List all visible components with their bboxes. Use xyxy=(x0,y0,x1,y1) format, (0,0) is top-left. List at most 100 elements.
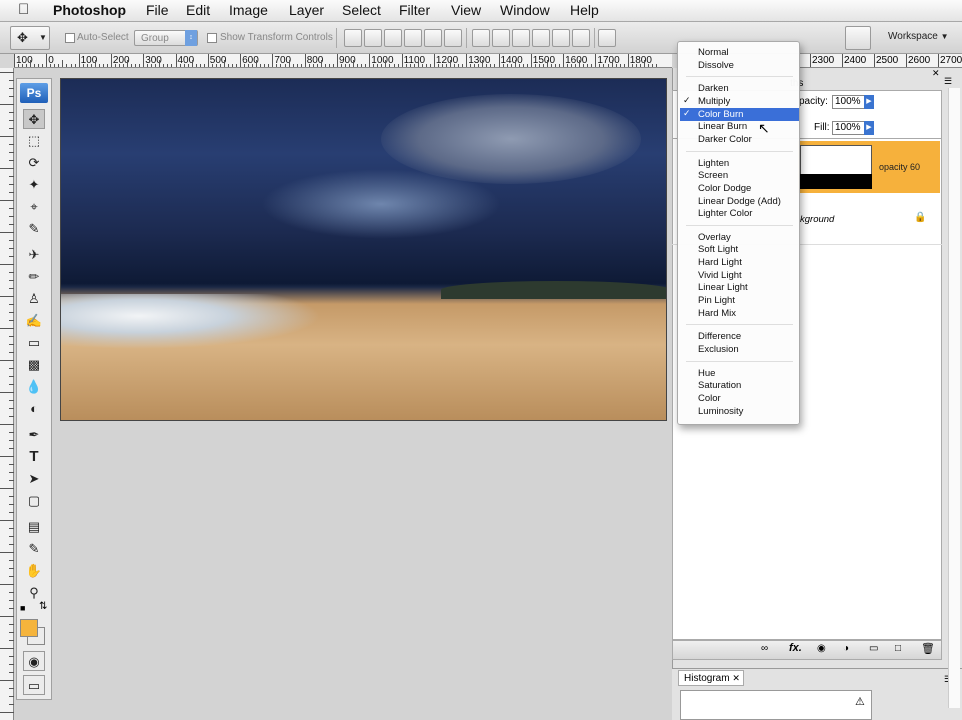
horizontal-ruler[interactable]: 100 0 100 200 300 400 500 600 700 800 900 1000 1100 1… xyxy=(14,54,672,68)
blend-mode-hard-light[interactable]: Hard Light xyxy=(698,256,742,269)
marquee-tool-icon[interactable]: ⬚ xyxy=(23,131,45,151)
blend-mode-color-dodge[interactable]: Color Dodge xyxy=(698,182,751,195)
link-layers-icon[interactable]: ∞ xyxy=(761,643,768,654)
history-brush-icon[interactable]: ✍ xyxy=(23,311,45,331)
menu-help[interactable]: Help xyxy=(570,2,599,18)
apple-icon[interactable]:  xyxy=(18,1,29,18)
blend-mode-lighter-color[interactable]: Lighter Color xyxy=(698,207,752,220)
healing-brush-icon[interactable]: ✈ xyxy=(23,245,45,265)
fill-arrow-icon[interactable]: ▶ xyxy=(864,121,874,135)
notes-tool-icon[interactable]: ▤ xyxy=(23,517,45,537)
blend-mode-soft-light[interactable]: Soft Light xyxy=(698,243,738,256)
blend-mode-dissolve[interactable]: Dissolve xyxy=(698,59,734,72)
blend-mode-multiply[interactable]: Multiply xyxy=(698,95,730,108)
menu-view[interactable]: View xyxy=(451,2,481,18)
blend-mode-linear-light[interactable]: Linear Light xyxy=(698,281,748,294)
new-group-icon[interactable]: ▭ xyxy=(869,643,878,654)
align-top-icon[interactable] xyxy=(344,29,362,47)
close-icon[interactable]: ✕ xyxy=(932,68,940,79)
default-colors-icon[interactable]: ■ xyxy=(20,603,25,613)
menu-edit[interactable]: Edit xyxy=(186,2,210,18)
panel-menu-icon[interactable]: ☰ xyxy=(944,76,952,87)
blend-mode-exclusion[interactable]: Exclusion xyxy=(698,343,739,356)
align-bottom-icon[interactable] xyxy=(384,29,402,47)
distribute-bottom-icon[interactable] xyxy=(512,29,530,47)
menu-file[interactable]: File xyxy=(146,2,169,18)
blend-mode-lighten[interactable]: Lighten xyxy=(698,157,729,170)
show-transform-checkbox[interactable] xyxy=(207,33,217,43)
ps-logo[interactable]: Ps xyxy=(20,83,48,103)
tool-preset-picker[interactable]: ✥ ▼ xyxy=(10,26,50,50)
blend-mode-vivid-light[interactable]: Vivid Light xyxy=(698,269,742,282)
swap-colors-icon[interactable]: ⇅ xyxy=(39,601,47,612)
brush-tool-icon[interactable]: ✏ xyxy=(23,267,45,287)
adjustment-layer-icon[interactable]: ◑ xyxy=(843,643,849,654)
menu-select[interactable]: Select xyxy=(342,2,381,18)
align-left-icon[interactable] xyxy=(404,29,422,47)
blend-mode-difference[interactable]: Difference xyxy=(698,330,741,343)
panel-scrollbar[interactable] xyxy=(948,88,960,708)
blend-mode-normal[interactable]: Normal xyxy=(698,46,729,59)
blend-mode-darken[interactable]: Darken xyxy=(698,82,729,95)
hand-tool-icon[interactable]: ✋ xyxy=(23,561,45,581)
warning-icon[interactable]: ⚠ xyxy=(855,695,865,708)
blend-mode-color-burn[interactable]: Color Burn xyxy=(698,108,743,121)
blend-mode-hue[interactable]: Hue xyxy=(698,367,715,380)
histogram-tab[interactable]: Histogram ✕ xyxy=(678,670,744,686)
align-vcenter-icon[interactable] xyxy=(364,29,382,47)
beach-photo[interactable] xyxy=(60,78,667,421)
workspace-menu[interactable]: Workspace ▼ xyxy=(888,31,949,42)
bridge-icon[interactable] xyxy=(845,26,871,50)
blend-mode-saturation[interactable]: Saturation xyxy=(698,379,741,392)
menu-layer[interactable]: Layer xyxy=(289,2,324,18)
pen-tool-icon[interactable]: ✒ xyxy=(23,425,45,445)
app-menu[interactable]: Photoshop xyxy=(53,2,126,18)
blend-mode-pin-light[interactable]: Pin Light xyxy=(698,294,735,307)
magic-wand-icon[interactable]: ✦ xyxy=(23,175,45,195)
crop-tool-icon[interactable]: ⌖ xyxy=(23,197,45,217)
trash-icon[interactable]: 🗑 xyxy=(921,642,935,655)
align-hcenter-icon[interactable] xyxy=(424,29,442,47)
blend-mode-overlay[interactable]: Overlay xyxy=(698,231,731,244)
menu-filter[interactable]: Filter xyxy=(399,2,430,18)
slice-tool-icon[interactable]: ✎ xyxy=(23,219,45,239)
blend-mode-screen[interactable]: Screen xyxy=(698,169,728,182)
menu-window[interactable]: Window xyxy=(500,2,550,18)
shape-tool-icon[interactable]: ▢ xyxy=(23,491,45,511)
distribute-hcenter-icon[interactable] xyxy=(552,29,570,47)
fx-icon[interactable]: fx. xyxy=(789,642,802,654)
distribute-left-icon[interactable] xyxy=(532,29,550,47)
fill-field[interactable]: 100% xyxy=(832,121,866,135)
lasso-tool-icon[interactable]: ⟳ xyxy=(23,153,45,173)
type-tool-icon[interactable]: T xyxy=(23,447,45,467)
new-layer-icon[interactable]: □ xyxy=(895,643,901,654)
screen-mode-icon[interactable]: ▭ xyxy=(23,675,45,695)
auto-select-dropdown[interactable]: Group ↕ xyxy=(134,30,198,46)
close-icon[interactable]: ✕ xyxy=(732,673,740,683)
distribute-right-icon[interactable] xyxy=(572,29,590,47)
background-layer-name[interactable]: kground xyxy=(800,214,834,225)
move-tool-icon[interactable]: ✥ xyxy=(23,109,45,129)
eraser-tool-icon[interactable]: ▭ xyxy=(23,333,45,353)
quick-mask-icon[interactable]: ◉ xyxy=(23,651,45,671)
blur-tool-icon[interactable]: 💧 xyxy=(23,377,45,397)
layer-name[interactable]: opacity 60 xyxy=(879,162,920,172)
gradient-tool-icon[interactable]: ▩ xyxy=(23,355,45,375)
distribute-vcenter-icon[interactable] xyxy=(492,29,510,47)
align-right-icon[interactable] xyxy=(444,29,462,47)
opacity-arrow-icon[interactable]: ▶ xyxy=(864,95,874,109)
vertical-ruler[interactable] xyxy=(0,68,14,720)
blend-mode-hard-mix[interactable]: Hard Mix xyxy=(698,307,736,320)
blend-mode-color[interactable]: Color xyxy=(698,392,721,405)
auto-align-icon[interactable] xyxy=(598,29,616,47)
blend-mode-linear-dodge-add[interactable]: Linear Dodge (Add) xyxy=(698,195,781,208)
blend-mode-darker-color[interactable]: Darker Color xyxy=(698,133,752,146)
auto-select-checkbox[interactable] xyxy=(65,33,75,43)
opacity-field[interactable]: 100% xyxy=(832,95,866,109)
add-mask-icon[interactable]: ◉ xyxy=(817,643,826,654)
dodge-tool-icon[interactable]: ◐ xyxy=(23,399,45,419)
foreground-color-swatch[interactable] xyxy=(20,619,38,637)
distribute-top-icon[interactable] xyxy=(472,29,490,47)
path-select-icon[interactable]: ➤ xyxy=(23,469,45,489)
blend-mode-linear-burn[interactable]: Linear Burn xyxy=(698,120,747,133)
